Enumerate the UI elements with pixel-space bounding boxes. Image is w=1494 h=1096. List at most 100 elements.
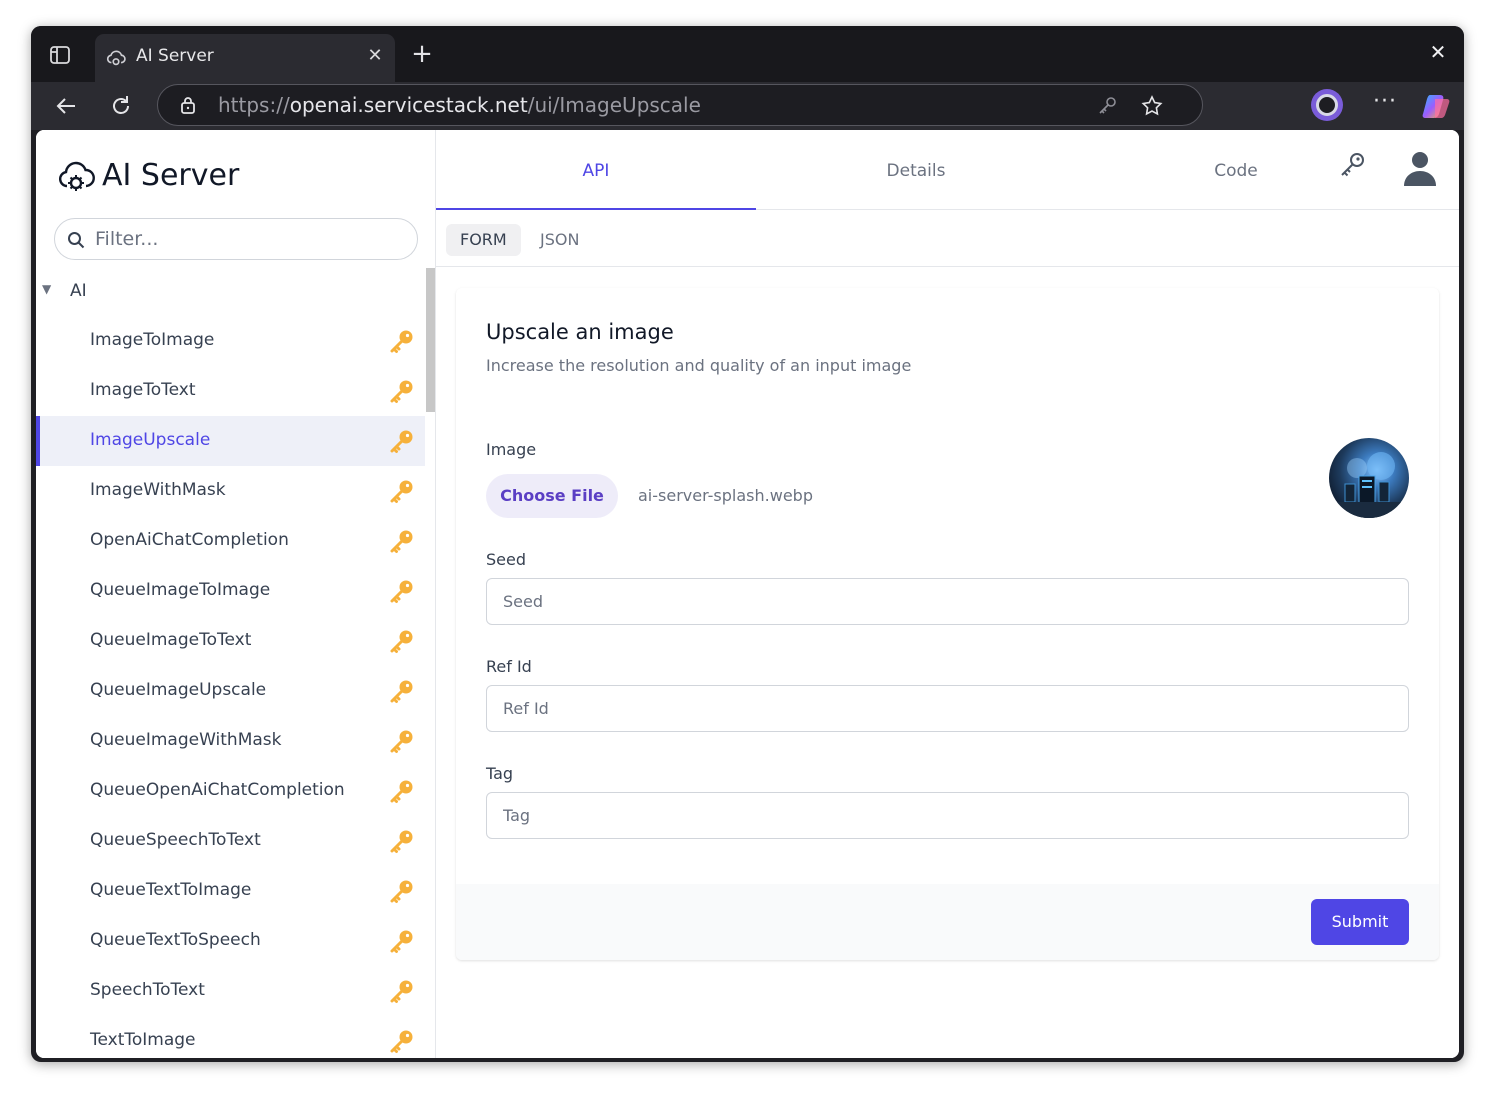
key-icon bbox=[390, 480, 413, 503]
sidebar-item-label: QueueTextToImage bbox=[90, 880, 252, 900]
favicon-icon bbox=[106, 50, 126, 66]
more-icon[interactable]: ··· bbox=[1371, 91, 1399, 119]
url-text[interactable]: https://openai.servicestack.net/ui/Image… bbox=[218, 93, 701, 117]
top-tabs: API Details Code bbox=[436, 130, 1459, 210]
server-illustration bbox=[1329, 452, 1409, 518]
sidebar-item-queuetexttoimage[interactable]: QueueTextToImage bbox=[36, 866, 425, 916]
key-icon[interactable] bbox=[1336, 150, 1368, 182]
user-icon[interactable] bbox=[1400, 148, 1440, 188]
sidebar-item-label: ImageWithMask bbox=[90, 480, 226, 500]
nav-list: ImageToImage ImageToText ImageUpscale Image… bbox=[36, 316, 425, 1058]
submit-button[interactable]: Submit bbox=[1311, 899, 1409, 945]
search-input[interactable] bbox=[54, 218, 418, 260]
star-icon[interactable] bbox=[1140, 94, 1164, 118]
tab-form[interactable]: FORM bbox=[446, 224, 521, 256]
sidebar-item-label: TextToImage bbox=[90, 1030, 196, 1050]
sidebar-item-speechtotext[interactable]: SpeechToText bbox=[36, 966, 425, 1016]
key-icon bbox=[390, 430, 413, 453]
key-icon bbox=[390, 680, 413, 703]
sidebar-item-imagewithmask[interactable]: ImageWithMask bbox=[36, 466, 425, 516]
tab-title: AI Server bbox=[136, 46, 214, 66]
key-icon bbox=[390, 880, 413, 903]
sidebar-item-queueimagetotext[interactable]: QueueImageToText bbox=[36, 616, 425, 666]
sidebar-item-imagetoimage[interactable]: ImageToImage bbox=[36, 316, 425, 366]
sidebar-item-queueimageupscale[interactable]: QueueImageUpscale bbox=[36, 666, 425, 716]
key-icon bbox=[390, 930, 413, 953]
key-icon[interactable] bbox=[1096, 95, 1118, 117]
sidebar-item-label: QueueTextToSpeech bbox=[90, 930, 261, 950]
key-icon bbox=[390, 1030, 413, 1053]
refid-field[interactable] bbox=[486, 685, 1409, 732]
plus-icon[interactable]: + bbox=[409, 41, 435, 68]
sidebar-item-label: QueueImageToText bbox=[90, 630, 252, 650]
sidebar-item-label: QueueImageUpscale bbox=[90, 680, 267, 700]
back-icon[interactable] bbox=[53, 92, 81, 120]
sidebar-scrollbar[interactable] bbox=[426, 268, 435, 412]
sidebar-item-label: ImageToImage bbox=[90, 330, 215, 350]
key-icon bbox=[390, 780, 413, 803]
form-footer: Submit bbox=[456, 884, 1439, 960]
tab-json[interactable]: JSON bbox=[526, 224, 593, 256]
sidebar-item-queuetexttospeech[interactable]: QueueTextToSpeech bbox=[36, 916, 425, 966]
tab-details[interactable]: Details bbox=[756, 130, 1076, 210]
key-icon bbox=[390, 530, 413, 553]
image-preview[interactable] bbox=[1329, 438, 1409, 518]
brand-title: AI Server bbox=[102, 158, 240, 193]
main-content: API Details Code FORM JSON Upscale an im… bbox=[436, 130, 1459, 1058]
lock-icon[interactable] bbox=[178, 95, 198, 115]
tab-strip: AI Server ✕ + ✕ bbox=[31, 26, 1464, 82]
refid-label: Ref Id bbox=[486, 657, 532, 676]
seed-field[interactable] bbox=[486, 578, 1409, 625]
form-title: Upscale an image bbox=[486, 320, 674, 344]
brand-cloud-icon bbox=[58, 161, 95, 191]
browser-tab[interactable]: AI Server ✕ bbox=[95, 34, 395, 82]
tab-actions-icon[interactable] bbox=[49, 44, 71, 66]
sidebar-item-label: QueueImageToImage bbox=[90, 580, 271, 600]
key-icon bbox=[390, 730, 413, 753]
sidebar-item-label: SpeechToText bbox=[90, 980, 205, 1000]
address-bar[interactable]: https://openai.servicestack.net/ui/Image… bbox=[157, 84, 1203, 126]
sidebar-item-queuespeechtotext[interactable]: QueueSpeechToText bbox=[36, 816, 425, 866]
reload-icon[interactable] bbox=[107, 92, 135, 120]
sidebar-item-label: OpenAiChatCompletion bbox=[90, 530, 289, 550]
tab-api[interactable]: API bbox=[436, 130, 756, 210]
key-icon bbox=[390, 980, 413, 1003]
caret-down-icon: ▼ bbox=[42, 282, 52, 296]
sidebar-item-texttoimage[interactable]: TextToImage bbox=[36, 1016, 425, 1058]
sidebar-item-imagetotext[interactable]: ImageToText bbox=[36, 366, 425, 416]
page-viewport: AI Server ▼ AI ImageToImageImageToTextIm… bbox=[36, 130, 1459, 1058]
browser-window: AI Server ✕ + ✕ https://openai.servicest… bbox=[31, 26, 1464, 1062]
sidebar: AI Server ▼ AI ImageToImageImageToTextIm… bbox=[36, 130, 436, 1058]
key-icon bbox=[390, 830, 413, 853]
key-icon bbox=[390, 380, 413, 403]
key-icon bbox=[390, 580, 413, 603]
sidebar-item-queueimagewithmask[interactable]: QueueImageWithMask bbox=[36, 716, 425, 766]
sidebar-item-label: QueueImageWithMask bbox=[90, 730, 282, 750]
sidebar-item-label: QueueSpeechToText bbox=[90, 830, 261, 850]
key-icon bbox=[390, 330, 413, 353]
key-icon bbox=[390, 630, 413, 653]
sidebar-item-queueopenaichatcompletion[interactable]: QueueOpenAiChatCompletion bbox=[36, 766, 425, 816]
sidebar-item-label: QueueOpenAiChatCompletion bbox=[90, 780, 345, 800]
sidebar-item-queueimagetoimage[interactable]: QueueImageToImage bbox=[36, 566, 425, 616]
browser-toolbar: https://openai.servicestack.net/ui/Image… bbox=[31, 82, 1464, 130]
choose-file-button[interactable]: Choose File bbox=[486, 474, 618, 518]
copilot-icon[interactable] bbox=[1421, 91, 1451, 121]
form-card: Upscale an image Increase the resolution… bbox=[456, 288, 1439, 960]
close-icon[interactable]: ✕ bbox=[365, 46, 385, 66]
file-name: ai-server-splash.webp bbox=[638, 486, 813, 505]
group-label: AI bbox=[70, 281, 87, 301]
sidebar-item-label: ImageUpscale bbox=[90, 430, 211, 450]
tag-field[interactable] bbox=[486, 792, 1409, 839]
profile-icon[interactable] bbox=[1311, 89, 1343, 121]
search-icon bbox=[68, 232, 85, 249]
form-description: Increase the resolution and quality of a… bbox=[486, 356, 912, 375]
seed-label: Seed bbox=[486, 550, 526, 569]
close-icon[interactable]: ✕ bbox=[1426, 40, 1450, 64]
sidebar-item-openaichatcompletion[interactable]: OpenAiChatCompletion bbox=[36, 516, 425, 566]
sidebar-item-label: ImageToText bbox=[90, 380, 196, 400]
sub-tabs: FORM JSON bbox=[436, 210, 1459, 267]
tag-label: Tag bbox=[486, 764, 514, 783]
sidebar-item-imageupscale[interactable]: ImageUpscale bbox=[36, 416, 425, 466]
image-label: Image bbox=[486, 440, 537, 459]
